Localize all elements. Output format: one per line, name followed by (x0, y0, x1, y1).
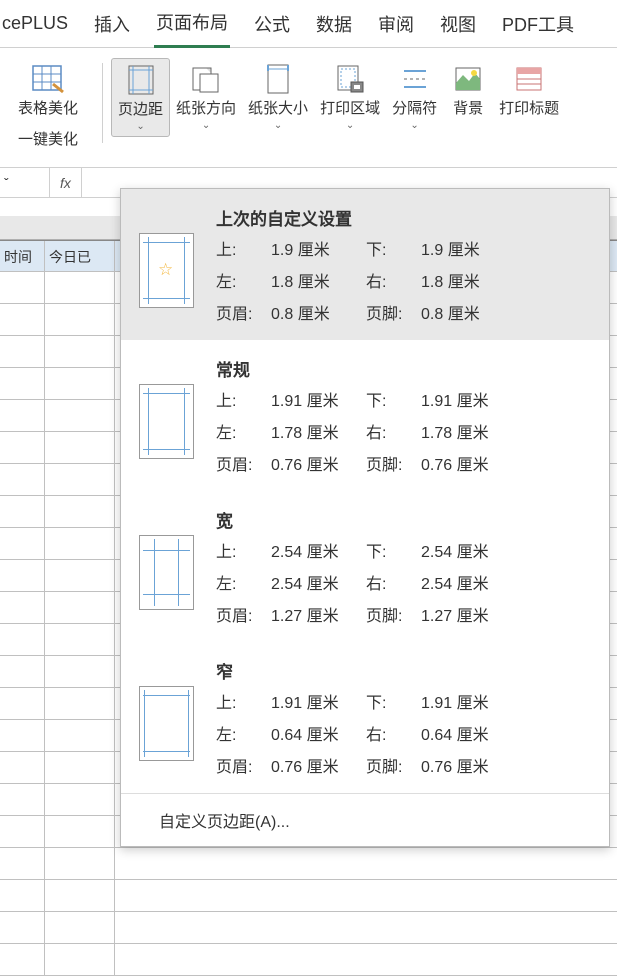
fx-label[interactable]: fx (50, 168, 82, 197)
margin-option-narrow[interactable]: 窄 上:1.91 厘米 下:1.91 厘米 左:0.64 厘米 右:0.64 厘… (121, 642, 609, 793)
margin-option-title: 常规 (216, 356, 591, 381)
background-button[interactable]: 背景 (443, 58, 493, 122)
tab-view[interactable]: 视图 (438, 1, 478, 47)
chevron-down-icon: ⌄ (136, 121, 144, 132)
margin-preview-icon (139, 384, 194, 459)
margins-icon (122, 63, 160, 97)
print-area-icon (331, 62, 369, 96)
margins-button[interactable]: 页边距 ⌄ (111, 58, 170, 137)
margins-dropdown-menu: ☆ 上次的自定义设置 上:1.9 厘米 下:1.9 厘米 左:1.8 厘米 右:… (120, 188, 610, 847)
header-cell-time[interactable]: 时间 (0, 241, 45, 271)
margin-option-title: 窄 (216, 658, 591, 683)
table-row[interactable] (0, 944, 617, 976)
separator (102, 63, 103, 143)
custom-margins-button[interactable]: 自定义页边距(A)... (121, 793, 609, 846)
page-size-icon (259, 62, 297, 96)
table-row[interactable] (0, 880, 617, 912)
tab-ceplus[interactable]: cePLUS (0, 3, 70, 44)
margin-preview-icon: ☆ (139, 233, 194, 308)
header-cell-today[interactable]: 今日已 (45, 241, 115, 271)
breaks-icon (396, 62, 434, 96)
breaks-button[interactable]: 分隔符 ⌄ (386, 58, 443, 135)
print-titles-icon (510, 62, 548, 96)
margin-preview-icon (139, 686, 194, 761)
print-area-button[interactable]: 打印区域 ⌄ (314, 58, 386, 135)
tab-review[interactable]: 审阅 (376, 1, 416, 47)
chevron-down-icon: ⌄ (410, 120, 418, 131)
chevron-down-icon: ⌄ (346, 120, 354, 131)
tab-pdf[interactable]: PDF工具 (500, 1, 576, 47)
orientation-button[interactable]: 纸张方向 ⌄ (170, 58, 242, 135)
ribbon-tabs: cePLUS 插入 页面布局 公式 数据 审阅 视图 PDF工具 (0, 0, 617, 48)
margin-option-title: 上次的自定义设置 (216, 205, 591, 230)
ribbon-toolbar: 表格美化 一键美化 页边距 ⌄ 纸张方向 ⌄ 纸张大小 ⌄ 打印区域 ⌄ (0, 48, 617, 168)
orientation-icon (187, 62, 225, 96)
size-button[interactable]: 纸张大小 ⌄ (242, 58, 314, 135)
name-box[interactable]: ˇ (0, 168, 50, 197)
tab-data[interactable]: 数据 (314, 1, 354, 47)
tab-formulas[interactable]: 公式 (252, 1, 292, 47)
background-icon (449, 62, 487, 96)
margin-option-wide[interactable]: 宽 上:2.54 厘米 下:2.54 厘米 左:2.54 厘米 右:2.54 厘… (121, 491, 609, 642)
star-icon: ☆ (158, 260, 173, 280)
table-row[interactable] (0, 848, 617, 880)
chevron-down-icon: ⌄ (274, 120, 282, 131)
beautify-button[interactable]: 表格美化 (12, 58, 84, 122)
print-titles-button[interactable]: 打印标题 (493, 58, 565, 122)
one-click-beautify[interactable]: 一键美化 (18, 128, 78, 149)
margin-option-last-custom[interactable]: ☆ 上次的自定义设置 上:1.9 厘米 下:1.9 厘米 左:1.8 厘米 右:… (121, 189, 609, 340)
tab-page-layout[interactable]: 页面布局 (154, 0, 230, 48)
tab-insert[interactable]: 插入 (92, 1, 132, 47)
margin-preview-icon (139, 535, 194, 610)
margin-option-title: 宽 (216, 507, 591, 532)
table-beautify-icon (29, 62, 67, 96)
table-row[interactable] (0, 912, 617, 944)
chevron-down-icon: ⌄ (202, 120, 210, 131)
margin-option-normal[interactable]: 常规 上:1.91 厘米 下:1.91 厘米 左:1.78 厘米 右:1.78 … (121, 340, 609, 491)
